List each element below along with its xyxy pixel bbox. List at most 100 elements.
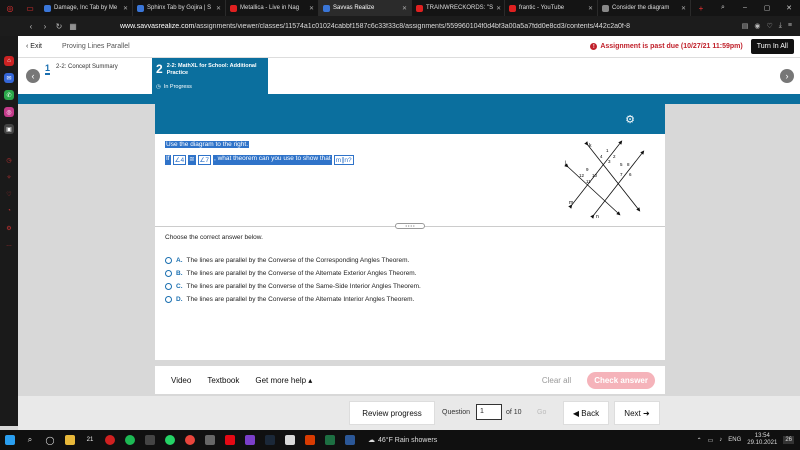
exit-button[interactable]: ‹ Exit	[18, 43, 62, 50]
choice-d[interactable]: D. The lines are parallel by the Converse…	[165, 293, 421, 306]
app-icon[interactable]	[340, 430, 360, 450]
forward-arrow-icon[interactable]: ›	[38, 22, 52, 31]
file-explorer-icon[interactable]	[60, 430, 80, 450]
clock-icon[interactable]: ◔	[4, 206, 14, 216]
task-view-icon[interactable]: ◯	[40, 430, 60, 450]
excel-icon[interactable]	[320, 430, 340, 450]
review-progress-button[interactable]: Review progress	[349, 401, 435, 425]
next-button[interactable]: Next ➜	[614, 401, 660, 425]
tab-favicon-icon	[137, 4, 144, 12]
close-icon[interactable]: ✕	[306, 5, 314, 12]
app-icon[interactable]	[240, 430, 260, 450]
close-icon[interactable]: ✕	[493, 5, 501, 12]
app-icon[interactable]	[280, 430, 300, 450]
office-icon[interactable]	[300, 430, 320, 450]
history-icon[interactable]: ◷	[4, 155, 14, 165]
resize-handle[interactable]: • • • •	[395, 223, 425, 229]
tab-savvas[interactable]: Savvas Realize ✕	[319, 0, 412, 16]
whatsapp-icon[interactable]: ✆	[4, 90, 14, 100]
settings-menu-icon[interactable]: ≡	[788, 22, 792, 30]
notification-count[interactable]: 26	[783, 436, 794, 444]
tab-consider[interactable]: Consider the diagram ✕	[598, 0, 691, 16]
opera-menu-icon[interactable]: ◎	[0, 0, 20, 16]
step-mathxl-practice[interactable]: 2 2-2: MathXL for School: Additional Pra…	[152, 58, 268, 94]
close-icon[interactable]: ✕	[213, 5, 221, 12]
choice-a[interactable]: A. The lines are parallel by the Converse…	[165, 254, 421, 267]
angle-4: ∠4	[172, 155, 187, 165]
choice-text: The lines are parallel by the Converse o…	[186, 270, 417, 277]
url-field[interactable]: www.savvasrealize.com/assignments/viewer…	[120, 23, 742, 30]
back-arrow-icon[interactable]: ‹	[24, 22, 38, 31]
volume-icon[interactable]: ♪	[719, 437, 722, 443]
choice-c[interactable]: C. The lines are parallel by the Converse…	[165, 280, 421, 293]
extensions-icon[interactable]: ✧	[4, 172, 14, 182]
prev-step-arrow-icon[interactable]: ‹	[26, 69, 40, 83]
next-step-arrow-icon[interactable]: ›	[780, 69, 794, 83]
video-link[interactable]: Video	[171, 376, 191, 385]
new-tab-icon[interactable]: +	[691, 0, 711, 16]
home-icon[interactable]: ⌂	[4, 56, 14, 66]
app-icon[interactable]	[200, 430, 220, 450]
minimize-icon[interactable]: –	[734, 4, 756, 12]
weather-widget[interactable]: ☁ 46°F Rain showers	[368, 436, 437, 445]
lesson-title: Proving Lines Parallel	[62, 43, 130, 50]
netflix-icon[interactable]	[220, 430, 240, 450]
bookmarks-icon[interactable]: ♡	[4, 189, 14, 199]
radio-button[interactable]	[165, 270, 172, 277]
search-icon[interactable]: ⌕	[20, 430, 40, 450]
clock[interactable]: 13:54 29.10.2021	[747, 433, 777, 447]
reload-icon[interactable]: ↻	[52, 22, 66, 31]
tab-trainwreckords[interactable]: TRAINWRECKORDS: "S ✕	[412, 0, 505, 16]
close-icon[interactable]: ✕	[585, 5, 593, 12]
back-button[interactable]: ◀ Back	[563, 401, 609, 425]
windows-start-icon[interactable]	[0, 430, 20, 450]
player-icon[interactable]: ▣	[4, 124, 14, 134]
tab-list-icon[interactable]: ▭	[20, 0, 40, 16]
snapshot-icon[interactable]: ◉	[754, 22, 760, 30]
textbook-link[interactable]: Textbook	[207, 376, 239, 385]
whatsapp-icon[interactable]	[160, 430, 180, 450]
app-badge-icon[interactable]: 21	[80, 430, 100, 450]
messenger-icon[interactable]: ✉	[4, 73, 14, 83]
window-close-icon[interactable]: ✕	[778, 4, 800, 12]
network-icon[interactable]: ▭	[708, 437, 714, 444]
tab-title: Savvas Realize	[333, 5, 375, 11]
question-number-input[interactable]: 1	[476, 404, 502, 420]
steam-client-icon[interactable]	[260, 430, 280, 450]
opera-icon[interactable]	[100, 430, 120, 450]
bookmark-heart-icon[interactable]: ♡	[767, 22, 773, 30]
tracker-icon[interactable]: ▤	[742, 22, 749, 30]
download-icon[interactable]: ⤓	[779, 22, 782, 30]
settings-icon[interactable]: ⚙	[4, 223, 14, 233]
tab-frantic[interactable]: frantic - YouTube ✕	[505, 0, 598, 16]
instagram-icon[interactable]: ◎	[4, 107, 14, 117]
close-icon[interactable]: ✕	[120, 5, 128, 12]
get-more-help-button[interactable]: Get more help ▴	[255, 376, 312, 385]
tab-metallica[interactable]: Metallica - Live in Nag ✕	[226, 0, 319, 16]
search-tabs-icon[interactable]: ⌕	[712, 4, 734, 12]
radio-button[interactable]	[165, 257, 172, 264]
question-label: Question	[442, 409, 471, 416]
language-indicator[interactable]: ENG	[728, 437, 741, 443]
more-icon[interactable]: …	[4, 240, 14, 250]
tab-sphinx[interactable]: Sphinx Tab by Gojira | S ✕	[133, 0, 226, 16]
spotify-icon[interactable]	[120, 430, 140, 450]
check-answer-button[interactable]: Check answer	[587, 371, 655, 389]
radio-button[interactable]	[165, 283, 172, 290]
close-icon[interactable]: ✕	[399, 5, 407, 12]
speed-dial-icon[interactable]: ▦	[66, 22, 80, 31]
step-concept-summary[interactable]: 1 2-2: Concept Summary	[45, 63, 118, 75]
go-button[interactable]: Go	[537, 409, 546, 416]
choice-b[interactable]: B. The lines are parallel by the Converse…	[165, 267, 421, 280]
question-text: , what theorem can you use to show that	[212, 155, 332, 165]
gear-icon[interactable]: ⚙	[625, 113, 635, 126]
clear-all-button[interactable]: Clear all	[542, 376, 571, 385]
turn-in-all-button[interactable]: Turn In All	[750, 39, 794, 54]
tab-damage[interactable]: Damage, Inc Tab by Me ✕	[40, 0, 133, 16]
maximize-icon[interactable]: ▢	[756, 4, 778, 12]
close-icon[interactable]: ✕	[678, 5, 686, 12]
radio-button[interactable]	[165, 296, 172, 303]
steam-icon[interactable]	[140, 430, 160, 450]
chrome-icon[interactable]	[180, 430, 200, 450]
tray-expand-icon[interactable]: ⌃	[697, 437, 702, 444]
